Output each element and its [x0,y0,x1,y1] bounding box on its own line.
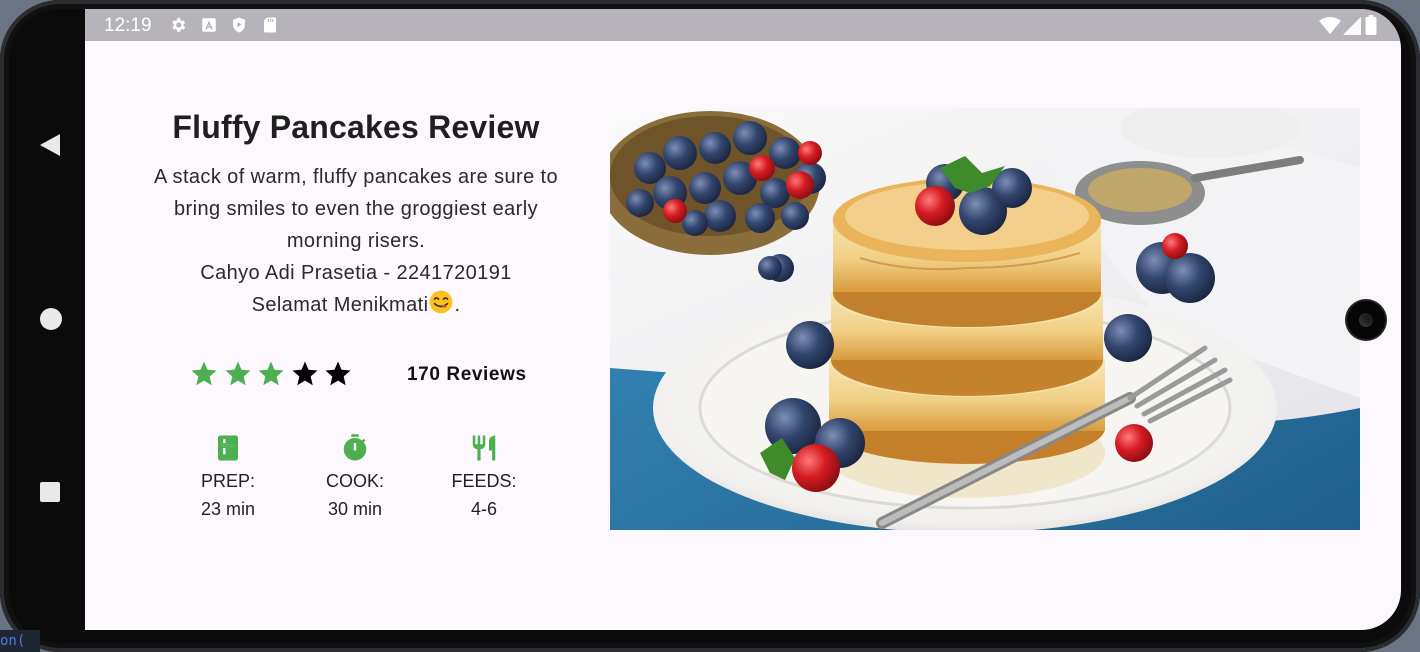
star-filled-icon [258,361,284,386]
info-cook: COOK: 30 min [305,433,405,523]
recents-square-icon[interactable] [38,480,64,506]
info-value: 4-6 [470,499,497,519]
greeting-line: Selamat Menikmati . [125,289,587,321]
info-label: FEEDS: [451,471,517,491]
back-triangle-icon[interactable] [38,132,64,158]
info-feeds: FEEDS: 4-6 [434,433,534,523]
info-value: 23 min [200,499,256,519]
kitchen-icon [218,435,238,461]
status-bar: 12:19 [85,9,1401,41]
restaurant-icon [472,435,496,461]
pancakes-with-blueberries-photo [610,108,1360,530]
status-indicators [1307,15,1387,35]
android-navigation-bar [18,40,84,620]
description-line: morning risers. [286,230,426,252]
home-circle-icon[interactable] [38,306,64,332]
app-screen: 12:19 Fluffy Pancakes Review A stack of … [85,9,1401,630]
recipe-info-row: PREP: 23 min COOK: 30 min FEEDS: 4-6 [185,433,545,533]
info-value: 30 min [327,499,383,519]
greeting-text: Selamat Menikmati [251,294,429,316]
info-label: PREP: [200,471,256,491]
recipe-details: Fluffy Pancakes Review A stack of warm, … [125,105,587,321]
front-camera [1347,301,1385,339]
a-box-icon [202,18,216,32]
sd-card-icon [264,17,276,33]
shield-play-icon [233,17,245,33]
author-line: Cahyo Adi Prasetia - 2241720191 [200,262,512,284]
description-line: bring smiles to even the groggiest early [174,198,538,220]
star-filled-icon [225,361,250,386]
info-prep: PREP: 23 min [178,433,278,523]
description-line: A stack of warm, fluffy pancakes are sur… [153,166,559,188]
star-empty-icon [325,361,351,386]
yummy-face-emoji-icon [430,290,453,314]
battery-icon [1365,15,1377,35]
greeting-suffix: . [454,294,461,316]
wifi-icon [1319,17,1341,35]
reviews-count: 170 Reviews [407,364,527,385]
editor-code-fragment: on( [0,630,40,652]
timer-icon [343,434,367,461]
star-empty-icon [292,361,317,386]
info-label: COOK: [325,471,384,491]
rating-row: 170 Reviews [189,359,549,395]
status-time: 12:19 [104,15,152,36]
signal-icon [1343,16,1361,35]
settings-icon [172,18,186,32]
recipe-description: A stack of warm, fluffy pancakes are sur… [125,161,587,321]
recipe-title: Fluffy Pancakes Review [172,109,540,145]
star-filled-icon [191,361,217,386]
